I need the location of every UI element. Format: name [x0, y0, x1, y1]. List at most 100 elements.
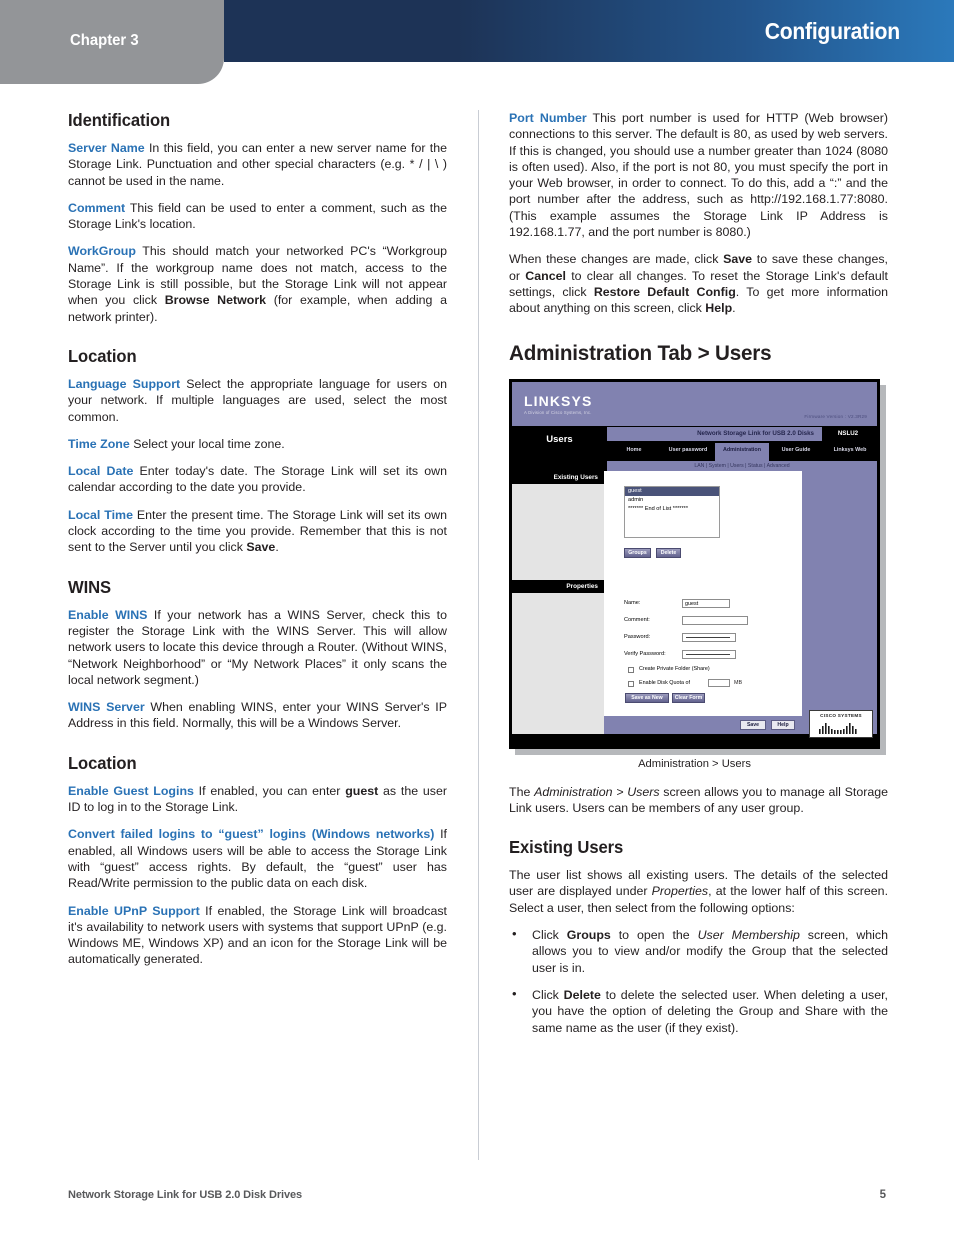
- term-comment: Comment: [68, 200, 126, 215]
- chapter-label: Chapter 3: [70, 32, 139, 49]
- password-field[interactable]: [682, 632, 736, 642]
- heading-existing-users: Existing Users: [509, 837, 624, 858]
- tab-home[interactable]: Home: [607, 443, 661, 461]
- linksys-logo: LINKSYS: [524, 392, 593, 409]
- create-private-folder-checkbox[interactable]: [628, 666, 634, 673]
- name-field[interactable]: guest: [682, 598, 730, 608]
- label-existing-users: Existing Users: [512, 470, 604, 484]
- figure-administration-users: LINKSYS A Division of Cisco Systems, Inc…: [509, 378, 888, 770]
- bullet-1-text-1: Click: [532, 928, 567, 943]
- text-local-time-2: .: [275, 540, 279, 555]
- linksys-banner: LINKSYS A Division of Cisco Systems, Inc…: [512, 381, 877, 426]
- user-list-box[interactable]: guest admin ******* End of List *******: [624, 485, 720, 538]
- paragraph-local-date: Local Date Enter today's date. The Stora…: [68, 463, 447, 496]
- tab-user-guide[interactable]: User Guide: [769, 443, 823, 461]
- page-header: Configuration Chapter 3: [0, 0, 954, 84]
- paragraph-enable-guest-logins: Enable Guest Logins If enabled, you can …: [68, 783, 447, 816]
- text-comment: This field can be used to enter a commen…: [68, 200, 447, 232]
- tab-bar[interactable]: Home User password Administration User G…: [607, 442, 877, 461]
- term-enable-wins: Enable WINS: [68, 607, 148, 622]
- disk-quota-unit: MB: [734, 679, 743, 686]
- verify-password-label: Verify Password:: [624, 650, 666, 657]
- column-divider: [478, 110, 479, 1160]
- comment-field[interactable]: [682, 615, 748, 625]
- list-item: Click Groups to open the User Membership…: [509, 926, 888, 976]
- paragraph-language-support: Language Support Select the appropriate …: [68, 376, 447, 425]
- screenshot-viewport: LINKSYS A Division of Cisco Systems, Inc…: [512, 381, 877, 746]
- text-intro-1: The: [509, 784, 535, 799]
- list-item[interactable]: admin: [625, 496, 719, 505]
- term-enable-guest-logins: Enable Guest Logins: [68, 783, 194, 798]
- save-button[interactable]: Save: [740, 719, 766, 730]
- enable-disk-quota-label: Enable Disk Quota of: [639, 679, 690, 686]
- heading-wins: WINS: [68, 576, 112, 597]
- disk-quota-field[interactable]: [708, 678, 730, 687]
- tab-user-password[interactable]: User password: [661, 443, 715, 461]
- firmware-version-label: Firmware Version : V2.3R29: [804, 413, 867, 419]
- tab-linksys-web[interactable]: Linksys Web: [823, 443, 877, 461]
- right-column: Port Number This port number is used for…: [509, 110, 888, 1047]
- term-time-zone: Time Zone: [68, 436, 130, 451]
- screen-title: Users: [546, 433, 573, 445]
- paragraph-administration-intro: The Administration > Users screen allows…: [509, 784, 888, 817]
- term-port-number: Port Number: [509, 111, 587, 125]
- term-convert-failed-logins: Convert failed logins to “guest” logins …: [68, 827, 435, 842]
- groups-button[interactable]: Groups: [624, 547, 651, 558]
- bold-save-1: Save: [246, 540, 276, 555]
- delete-button[interactable]: Delete: [656, 547, 681, 558]
- chapter-tab: Chapter 3: [0, 0, 224, 84]
- bold-delete: Delete: [563, 987, 601, 1002]
- list-item[interactable]: ******* End of List *******: [625, 505, 719, 514]
- paragraph-convert-failed-logins: Convert failed logins to “guest” logins …: [68, 826, 447, 891]
- save-as-new-user-button[interactable]: Save as New User: [625, 692, 669, 710]
- list-item[interactable]: guest: [625, 486, 719, 496]
- label-properties: Properties: [512, 579, 604, 593]
- paragraph-local-time: Local Time Enter the present time. The S…: [68, 507, 447, 556]
- italic-administration-users: Administration > Users: [534, 784, 660, 799]
- model-badge: NSLU2: [825, 426, 871, 441]
- term-wins-server: WINS Server: [68, 700, 145, 715]
- clear-form-button[interactable]: Clear Form: [672, 692, 705, 703]
- left-label-column: [512, 470, 604, 746]
- sub-navigation[interactable]: LAN | System | Users | Status | Advanced: [607, 460, 877, 471]
- paragraph-workgroup: WorkGroup This should match your network…: [68, 243, 447, 324]
- verify-password-field[interactable]: [682, 649, 736, 659]
- text-time-zone: Select your local time zone.: [129, 436, 285, 451]
- term-language-support: Language Support: [68, 376, 181, 391]
- linksys-admin-screenshot: LINKSYS A Division of Cisco Systems, Inc…: [509, 378, 880, 749]
- header-blue-bar: Configuration: [224, 0, 954, 62]
- product-name-bar: Network Storage Link for USB 2.0 Disks: [607, 426, 822, 441]
- paragraph-enable-upnp: Enable UPnP Support If enabled, the Stor…: [68, 903, 447, 968]
- heading-location-2: Location: [68, 752, 137, 773]
- text-port-number: This port number is used for HTTP (Web b…: [509, 111, 888, 240]
- heading-administration-tab-users: Administration Tab > Users: [509, 340, 772, 365]
- term-server-name: Server Name: [68, 141, 145, 155]
- text-save-1: When these changes are made, click: [509, 252, 724, 267]
- bold-browse-network: Browse Network: [164, 293, 267, 308]
- linksys-logo-subtitle: A Division of Cisco Systems, Inc.: [524, 409, 592, 415]
- cisco-systems-logo: CISCO SYSTEMS: [809, 709, 873, 738]
- paragraph-save-changes: When these changes are made, click Save …: [509, 251, 888, 316]
- help-button[interactable]: Help: [771, 719, 795, 730]
- term-local-time: Local Time: [68, 507, 133, 522]
- bullet-2-text-1: Click: [532, 987, 564, 1002]
- footer-document-title: Network Storage Link for USB 2.0 Disk Dr…: [68, 1189, 303, 1201]
- paragraph-enable-wins: Enable WINS If your network has a WINS S…: [68, 607, 447, 688]
- cisco-bridge-icon: [819, 722, 857, 734]
- password-mask: [686, 636, 730, 639]
- name-label: Name:: [624, 599, 641, 606]
- cisco-logo-text: CISCO SYSTEMS: [820, 712, 862, 718]
- term-enable-upnp: Enable UPnP Support: [68, 903, 200, 918]
- bullet-1-text-2: to open the: [610, 928, 698, 943]
- tab-administration[interactable]: Administration: [715, 442, 769, 461]
- italic-properties: Properties: [651, 884, 709, 899]
- bold-help: Help: [705, 301, 733, 316]
- password-label: Password:: [624, 633, 651, 640]
- verify-password-mask: [686, 653, 730, 656]
- enable-disk-quota-checkbox[interactable]: [628, 680, 634, 687]
- options-list: Click Groups to open the User Membership…: [509, 926, 888, 1036]
- heading-location-1: Location: [68, 345, 137, 366]
- paragraph-server-name: Server Name In this field, you can enter…: [68, 140, 447, 189]
- text-save-5: .: [732, 301, 736, 316]
- left-column: Identification Server Name In this field…: [68, 110, 447, 968]
